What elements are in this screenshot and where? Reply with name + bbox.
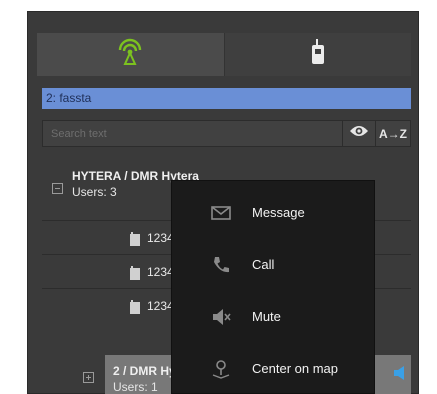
handheld-radio-icon: [129, 232, 141, 251]
phone-icon: [210, 254, 232, 276]
menu-item-message[interactable]: Message: [172, 187, 376, 239]
menu-item-center-on-map[interactable]: Center on map: [172, 343, 376, 394]
menu-item-label: Center on map: [252, 361, 338, 376]
speaker-icon[interactable]: [393, 365, 407, 386]
visibility-toggle-button[interactable]: [343, 121, 375, 146]
search-input[interactable]: [43, 121, 342, 146]
collapse-toggle-icon[interactable]: [52, 183, 63, 194]
menu-item-label: Mute: [252, 309, 281, 324]
envelope-icon: [210, 202, 232, 224]
map-pin-icon: [210, 358, 232, 380]
tab-groups[interactable]: [37, 33, 224, 76]
context-menu: Message Call Mute Center on map: [171, 180, 375, 394]
handheld-radio-icon: [129, 266, 141, 285]
search-bar: A→Z: [42, 120, 411, 147]
handheld-radio-icon: [310, 39, 326, 70]
eye-icon: [349, 124, 369, 143]
sort-az-button[interactable]: A→Z: [376, 121, 410, 146]
radio-tower-icon: [115, 37, 145, 72]
menu-item-mute[interactable]: Mute: [172, 291, 376, 343]
speaker-mute-icon: [210, 306, 232, 328]
group-user-count: Users: 1: [113, 380, 158, 394]
expand-toggle-icon[interactable]: [83, 372, 94, 383]
menu-item-call[interactable]: Call: [172, 239, 376, 291]
tab-users[interactable]: [223, 33, 411, 76]
tab-bar: [37, 33, 411, 76]
handheld-radio-icon: [129, 300, 141, 319]
group-user-count: Users: 3: [72, 185, 117, 199]
menu-item-label: Message: [252, 205, 305, 220]
selected-group-bar[interactable]: 2: fassta: [42, 88, 411, 109]
menu-item-label: Call: [252, 257, 275, 272]
group-name: 2 / DMR Hy: [113, 364, 176, 378]
